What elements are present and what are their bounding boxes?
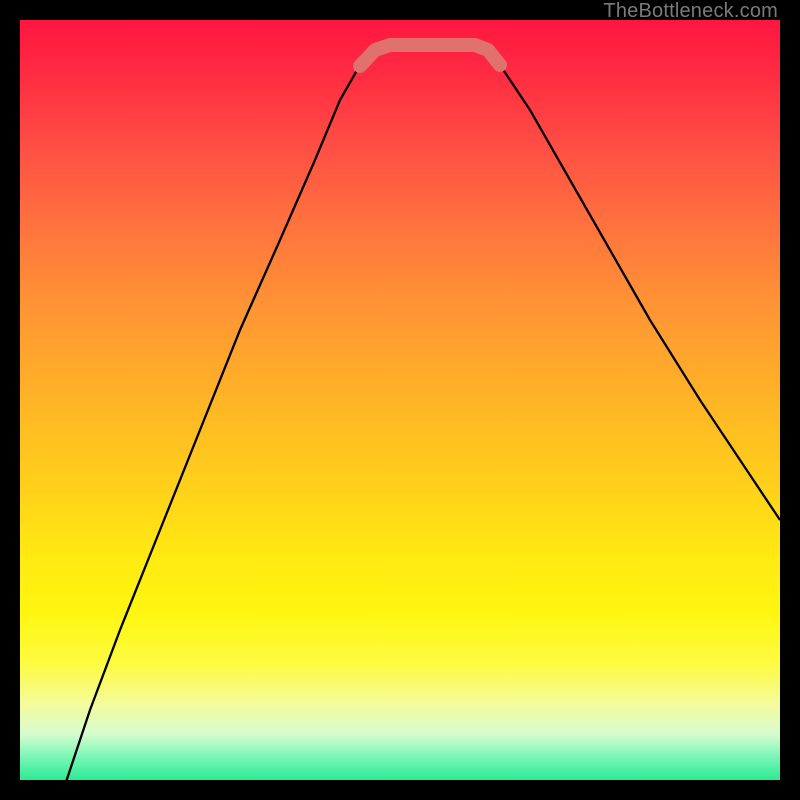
bottleneck-curve — [60, 45, 780, 780]
plot-area — [20, 20, 780, 780]
chart-frame: TheBottleneck.com — [0, 0, 800, 800]
highlight-segment — [360, 45, 500, 66]
curve-svg — [20, 20, 780, 780]
